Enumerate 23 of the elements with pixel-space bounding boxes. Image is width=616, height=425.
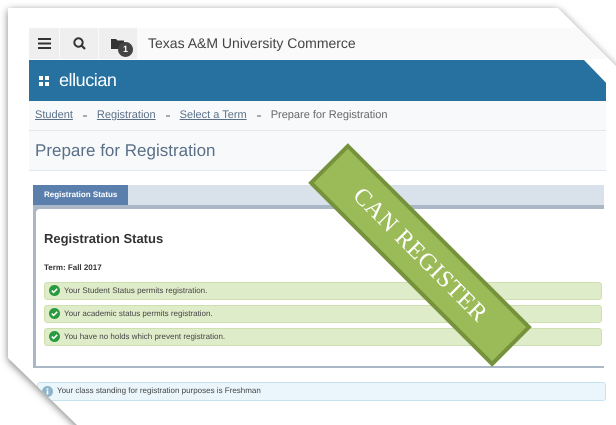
breadcrumb-link[interactable]: Select a Term — [180, 107, 247, 124]
institution-name: Texas A&M University Commerce — [148, 34, 356, 53]
page-title: Prepare for Registration — [34, 141, 216, 160]
alert-text: You have no holds which prevent registration. — [64, 330, 226, 342]
breadcrumb-link[interactable]: Student — [35, 107, 73, 124]
breadcrumb-link[interactable]: Registration — [96, 107, 156, 124]
count-badge: 1 — [118, 42, 133, 57]
apps-icon[interactable] — [39, 76, 49, 86]
alert-text: Your Student Status permits registration. — [64, 284, 208, 296]
alert-text: Your class standing for registration purposes is Freshman — [57, 385, 261, 397]
tab[interactable]: Registration Status — [33, 185, 128, 205]
search-button[interactable] — [60, 28, 98, 59]
menu-button[interactable] — [29, 28, 59, 59]
breadcrumb-current: Prepare for Registration — [270, 108, 388, 124]
search-icon — [72, 37, 86, 50]
folder-button[interactable]: 1 — [99, 28, 137, 59]
check-circle-icon — [49, 331, 60, 342]
menu-icon — [38, 38, 50, 49]
check-circle-icon — [49, 285, 60, 296]
info-icon — [42, 386, 53, 396]
alert-text: Your academic status permits registration. — [64, 308, 213, 320]
brand-logo: ellucian — [59, 69, 116, 92]
check-circle-icon — [49, 308, 60, 319]
